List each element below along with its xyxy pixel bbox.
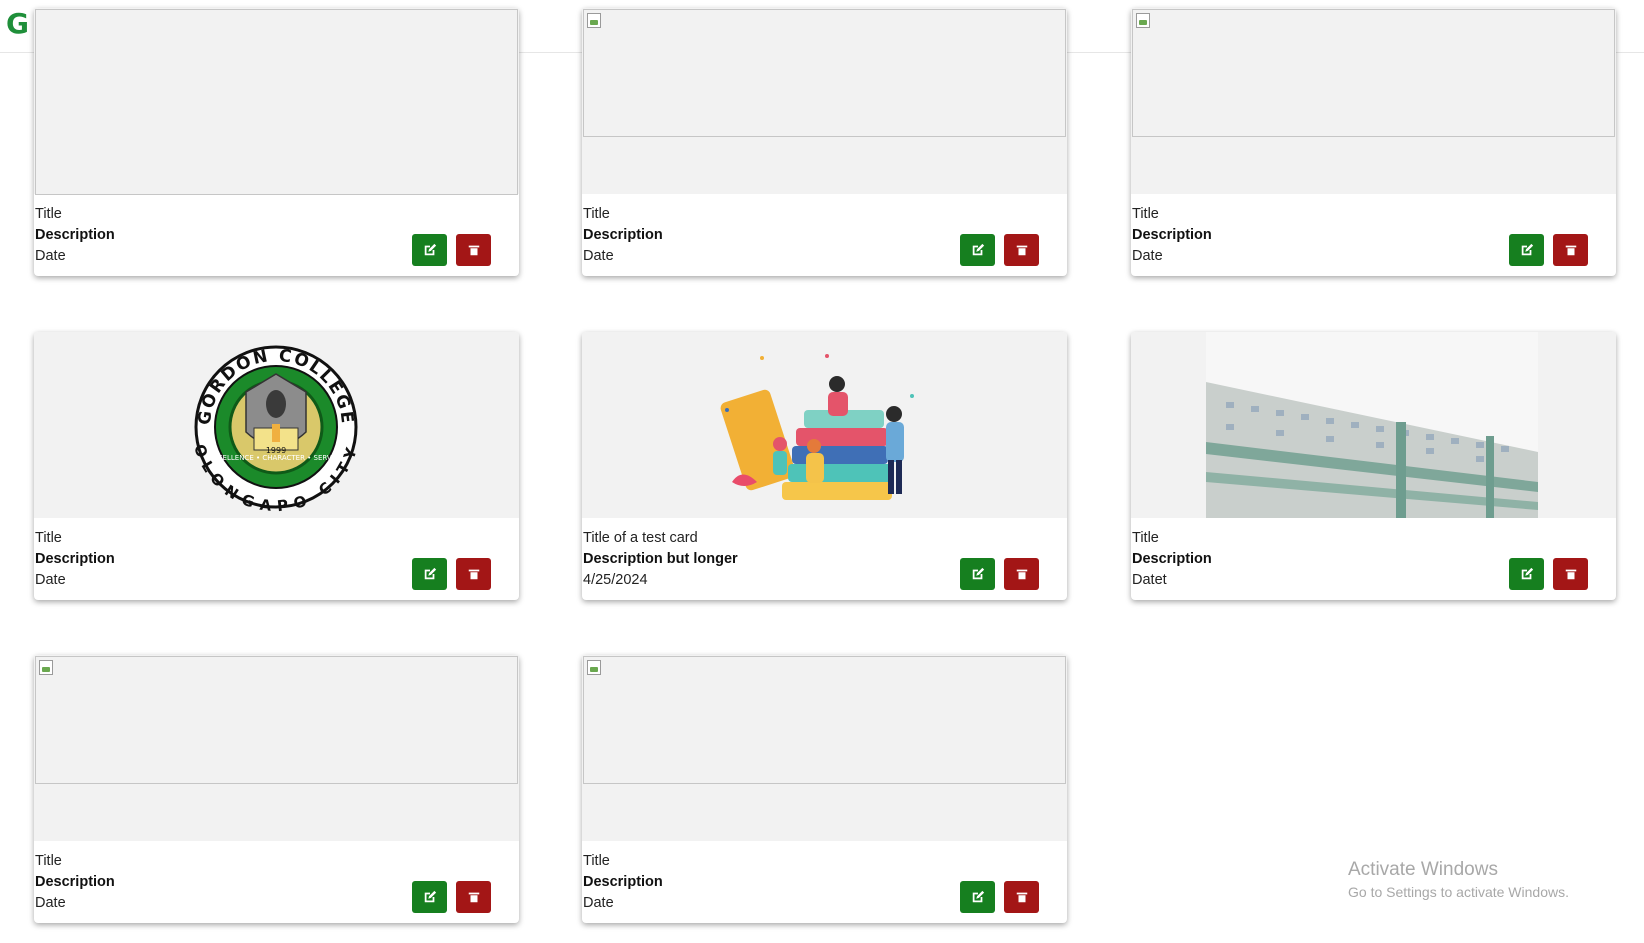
card-description: Description — [35, 551, 115, 567]
card-image — [34, 8, 519, 195]
card-image — [1131, 8, 1616, 194]
campus-building-photo — [1206, 332, 1538, 518]
card-title: Title — [35, 530, 62, 546]
broken-image — [1132, 9, 1615, 137]
card-info: Title Description Date — [583, 204, 663, 267]
trash-icon — [1565, 569, 1576, 580]
card-date: Date — [1132, 248, 1163, 264]
card: Title Description Datet — [1131, 332, 1616, 600]
app-logo[interactable]: G — [6, 8, 29, 40]
card-info: Title Description Date — [583, 851, 663, 914]
card-date: Date — [35, 895, 66, 911]
delete-button[interactable] — [1004, 558, 1039, 590]
trash-icon — [468, 892, 479, 903]
edit-button[interactable] — [412, 881, 447, 913]
edit-button[interactable] — [412, 558, 447, 590]
trash-icon — [468, 245, 479, 256]
trash-icon — [1565, 245, 1576, 256]
trash-icon — [1016, 569, 1027, 580]
card-date: Date — [35, 572, 66, 588]
card-image — [582, 332, 1067, 518]
card: Title Description Date — [582, 8, 1067, 276]
card: Title of a test card Description but lon… — [582, 332, 1067, 600]
broken-image — [583, 9, 1066, 137]
card-title: Title — [35, 853, 62, 869]
card-date: 4/25/2024 — [583, 572, 648, 588]
card-date: Datet — [1132, 572, 1167, 588]
edit-icon — [1521, 243, 1533, 256]
card: Title Description Date — [1131, 8, 1616, 276]
seal-motto: EXCELLENCE • CHARACTER • SERVICE — [209, 454, 343, 462]
delete-button[interactable] — [1004, 881, 1039, 913]
card-info: Title Description Date — [1132, 204, 1212, 267]
card-info: Title of a test card Description but lon… — [583, 528, 738, 591]
card-description: Description — [583, 227, 663, 243]
delete-button[interactable] — [1553, 558, 1588, 590]
broken-image-icon — [587, 660, 601, 675]
edit-button[interactable] — [960, 881, 995, 913]
card-title: Title — [35, 206, 62, 222]
delete-button[interactable] — [456, 881, 491, 913]
edit-icon — [424, 567, 436, 580]
card-image — [582, 655, 1067, 841]
broken-image — [583, 656, 1066, 784]
card-description: Description but longer — [583, 551, 738, 567]
broken-image-icon — [1136, 13, 1150, 28]
broken-image — [35, 9, 518, 195]
card: Title Description Date — [582, 655, 1067, 923]
card-title: Title — [583, 206, 610, 222]
card: Title Description Date — [34, 655, 519, 923]
card-description: Description — [1132, 551, 1212, 567]
card-title: Title — [583, 853, 610, 869]
watermark-title: Activate Windows — [1348, 859, 1498, 880]
seal-year: 1999 — [266, 446, 286, 455]
card-title: Title — [1132, 530, 1159, 546]
card: GORDON COLLEGE OLONGAPO CITY EXCELLENCE … — [34, 332, 519, 600]
gordon-college-seal: GORDON COLLEGE OLONGAPO CITY EXCELLENCE … — [190, 345, 358, 515]
card-image: GORDON COLLEGE OLONGAPO CITY EXCELLENCE … — [34, 332, 519, 518]
edit-button[interactable] — [960, 558, 995, 590]
edit-button[interactable] — [1509, 558, 1544, 590]
page: G Title Description Date Title Descripti… — [0, 0, 1644, 943]
edit-icon — [1521, 567, 1533, 580]
delete-button[interactable] — [1553, 234, 1588, 266]
card-date: Date — [583, 895, 614, 911]
activate-windows-watermark: Activate Windows Go to Settings to activ… — [1348, 858, 1569, 902]
broken-image — [35, 656, 518, 784]
card-description: Description — [35, 874, 115, 890]
trash-icon — [468, 569, 479, 580]
delete-button[interactable] — [456, 234, 491, 266]
trash-icon — [1016, 892, 1027, 903]
card-description: Description — [35, 227, 115, 243]
edit-icon — [972, 567, 984, 580]
broken-image-icon — [39, 660, 53, 675]
delete-button[interactable] — [456, 558, 491, 590]
card-date: Date — [583, 248, 614, 264]
card-info: Title Description Date — [35, 851, 115, 914]
card-date: Date — [35, 248, 66, 264]
edit-icon — [972, 890, 984, 903]
edit-button[interactable] — [1509, 234, 1544, 266]
card-info: Title Description Date — [35, 204, 115, 267]
card-image — [34, 655, 519, 841]
card-info: Title Description Date — [35, 528, 115, 591]
card-image — [582, 8, 1067, 194]
card-description: Description — [583, 874, 663, 890]
delete-button[interactable] — [1004, 234, 1039, 266]
edit-icon — [424, 243, 436, 256]
card-description: Description — [1132, 227, 1212, 243]
card-title: Title — [1132, 206, 1159, 222]
books-illustration — [720, 354, 914, 500]
card-info: Title Description Datet — [1132, 528, 1212, 591]
card: Title Description Date — [34, 8, 519, 276]
edit-icon — [424, 890, 436, 903]
card-title: Title of a test card — [583, 530, 698, 546]
edit-button[interactable] — [960, 234, 995, 266]
trash-icon — [1016, 245, 1027, 256]
broken-image-icon — [587, 13, 601, 28]
edit-icon — [972, 243, 984, 256]
card-image — [1131, 332, 1616, 518]
watermark-subtitle: Go to Settings to activate Windows. — [1348, 884, 1569, 900]
edit-button[interactable] — [412, 234, 447, 266]
